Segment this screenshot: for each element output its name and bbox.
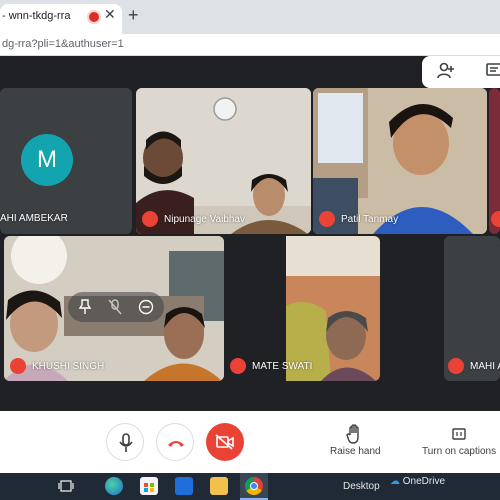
hang-up-icon (168, 441, 184, 447)
raise-hand-button[interactable]: Raise hand (330, 420, 381, 462)
muted-mic-icon (448, 358, 464, 374)
participant-name: MATE SWATI (252, 361, 313, 372)
microphone-button[interactable] (106, 423, 144, 461)
avatar: M (21, 134, 73, 186)
people-icon[interactable] (436, 62, 458, 80)
chat-icon[interactable] (486, 63, 500, 79)
close-tab-icon[interactable]: ✕ (104, 6, 116, 23)
store-icon[interactable] (140, 477, 158, 495)
muted-mic-icon (10, 358, 26, 374)
participant-tile[interactable]: M AHI AMBEKAR (0, 88, 132, 234)
muted-mic-icon (142, 211, 158, 227)
chrome-taskbar-button[interactable] (240, 473, 268, 500)
camera-button[interactable] (206, 423, 244, 461)
raise-hand-icon (346, 424, 359, 444)
tile-hover-controls (68, 292, 164, 322)
file-explorer-icon[interactable] (210, 477, 228, 495)
cloud-icon: ☁ (390, 476, 400, 487)
address-url: dg-rra?pli=1&authuser=1 (2, 38, 124, 50)
pin-icon[interactable] (78, 299, 92, 315)
participant-name: AHI AMBEKAR (0, 213, 68, 224)
muted-mic-icon (230, 358, 246, 374)
participant-tile[interactable]: MAHI A (444, 236, 500, 381)
raise-hand-label: Raise hand (330, 446, 381, 457)
participant-name: MAHI A (470, 361, 500, 372)
muted-mic-icon (491, 211, 500, 227)
chrome-icon (245, 477, 263, 495)
participant-name: Patil Tanmay (341, 214, 399, 225)
participant-tile[interactable]: Patil Tanmay (313, 88, 487, 234)
tab-title: - wnn-tkdg-rra (2, 10, 71, 22)
remove-participant-icon[interactable] (138, 299, 154, 315)
onedrive-label: OneDrive (402, 476, 446, 487)
top-right-panel (422, 56, 500, 88)
captions-label: Turn on captions (422, 446, 497, 457)
mute-participant-icon[interactable] (108, 299, 122, 315)
edge-icon[interactable] (105, 477, 123, 495)
video-feed (313, 88, 487, 234)
captions-button[interactable]: Turn on captions (422, 420, 500, 462)
new-tab-button[interactable]: + (128, 5, 139, 26)
participant-tile[interactable]: Nipunage Vaibhav (136, 88, 311, 234)
recording-icon (89, 12, 99, 22)
microphone-icon (119, 433, 133, 452)
muted-mic-icon (319, 211, 335, 227)
video-feed (136, 88, 311, 234)
onedrive-tray[interactable]: ☁ OneDrive (390, 476, 445, 487)
participant-tile[interactable]: MATE SWATI (226, 236, 380, 381)
participant-name: Nipunage Vaibhav (164, 214, 245, 225)
task-view-icon[interactable] (58, 479, 74, 493)
taskbar-desktop-label[interactable]: Desktop (343, 481, 380, 492)
camera-off-icon (215, 434, 234, 450)
participant-name: KHUSHI SINGH (32, 361, 105, 372)
mail-icon[interactable] (175, 477, 193, 495)
participant-tile[interactable] (489, 88, 500, 234)
participant-tile[interactable]: KHUSHI SINGH (4, 236, 224, 381)
video-feed (286, 236, 380, 381)
captions-icon (452, 428, 466, 440)
leave-call-button[interactable] (156, 423, 194, 461)
